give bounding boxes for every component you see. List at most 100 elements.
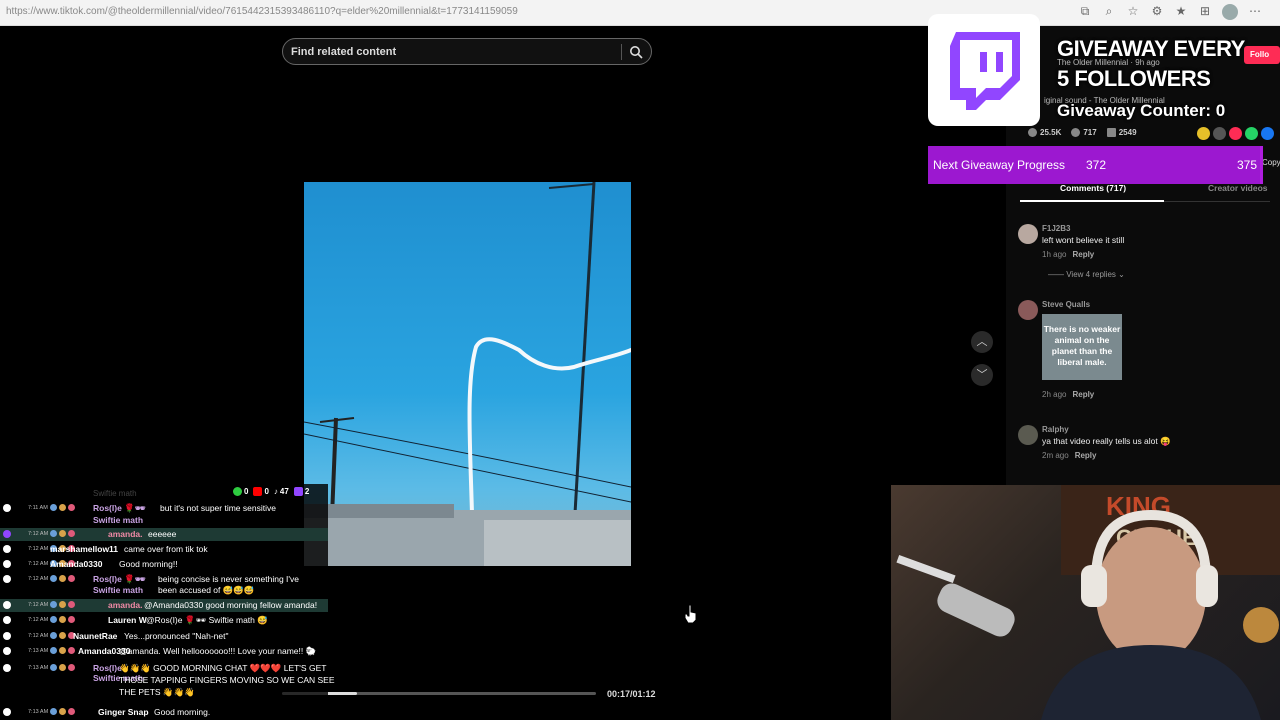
badge-icon (68, 601, 75, 608)
zoom-icon[interactable]: ⌕ (1102, 4, 1116, 18)
platform-icon (3, 530, 11, 538)
giveaway-title: GIVEAWAY EVERY 5 FOLLOWERS (1057, 34, 1245, 94)
twitch-small-icon (293, 487, 303, 496)
badge-icon (59, 616, 66, 623)
user-badges (50, 504, 75, 511)
chat-username[interactable]: marshamellow11 (50, 544, 118, 554)
active-tab-indicator (1020, 200, 1164, 202)
reply-button[interactable]: Reply (1072, 250, 1094, 259)
viewer-count-tiktok: ♪ 47 (273, 487, 289, 496)
platform-icon (3, 616, 11, 624)
badge-icon (59, 504, 66, 511)
badge-icon (50, 616, 57, 623)
profile-icon[interactable] (1222, 4, 1238, 20)
next-giveaway-progress: Next Giveaway Progress 372 375 (928, 146, 1263, 184)
chat-message: 7:12 AM Ros(I)e 🌹🕶 being concise is never … (0, 573, 328, 599)
comment-time: 2m ago (1042, 451, 1069, 460)
avatar[interactable] (1018, 224, 1038, 244)
giveaway-line-1: GIVEAWAY EVERY (1057, 36, 1245, 61)
badge-icon (68, 708, 75, 715)
badge-icon (50, 708, 57, 715)
send-icon[interactable] (1229, 127, 1242, 140)
like-stat[interactable]: 25.5K (1028, 128, 1061, 137)
comment-meta: 2h ago Reply (1042, 390, 1094, 399)
save-stat[interactable]: 2549 (1106, 128, 1137, 137)
tiktok-icon: ♪ (273, 487, 278, 496)
search-input[interactable] (291, 44, 611, 60)
star-icon[interactable]: ☆ (1126, 4, 1140, 18)
extension-icon[interactable]: ⚙ (1150, 4, 1164, 18)
chat-time: 7:12 AM (28, 561, 49, 567)
chat-username[interactable]: Ros(I)e (93, 663, 122, 673)
chat-text: but it's not super time sensitive (160, 503, 276, 513)
badge-icon (50, 530, 57, 537)
whatsapp-icon[interactable] (1245, 127, 1258, 140)
collections-icon[interactable]: ⊞ (1198, 4, 1212, 18)
badge-icon (50, 647, 57, 654)
reply-button[interactable]: Reply (1075, 451, 1097, 460)
platform-icon (3, 664, 11, 672)
giveaway-counter: Giveaway Counter: 0 (1057, 101, 1226, 120)
copy-link-partial[interactable]: Copy l (1262, 158, 1280, 167)
chat-username[interactable]: Amanda0330 (50, 559, 102, 569)
search-icon[interactable] (629, 45, 643, 59)
chat-text: @Ros(I)e 🌹🕶 Swiftie math 😅 (146, 615, 268, 625)
chat-message: 7:12 AM amanda. @Amanda0330 good morning f… (0, 599, 328, 612)
platform-icon (3, 545, 11, 553)
comment-stat[interactable]: 717 (1071, 128, 1097, 137)
badge-icon (50, 575, 57, 582)
chat-text: came over from tik tok (124, 544, 208, 554)
comment-meta: 2m ago Reply (1042, 451, 1096, 460)
bookmark-icon (1106, 128, 1116, 137)
view-replies-button[interactable]: —— View 4 replies ⌄ (1048, 270, 1125, 279)
avatar[interactable] (1018, 425, 1038, 445)
twitch-icon (950, 32, 1020, 110)
follow-button[interactable]: Follo (1244, 46, 1280, 64)
tab-creator-videos[interactable]: Creator videos (1208, 183, 1268, 193)
facebook-icon[interactable] (1261, 127, 1274, 140)
video-player[interactable] (304, 182, 631, 566)
chat-username[interactable]: Ginger Snap (98, 707, 149, 717)
badge-icon (68, 504, 75, 511)
tab-comments[interactable]: Comments (717) (1060, 183, 1126, 193)
webcam-feed: KING OF THE REPAS (891, 485, 1280, 720)
more-icon[interactable]: ⋯ (1248, 4, 1262, 18)
user-badges (50, 708, 75, 715)
search-bar[interactable] (282, 38, 652, 65)
coin-icon[interactable] (1197, 127, 1210, 140)
open-in-new-icon[interactable]: ⧉ (1078, 4, 1092, 18)
comment-text: left wont believe it still (1042, 235, 1125, 245)
favorites-icon[interactable]: ★ (1174, 4, 1188, 18)
chat-text: @amanda. Well hellooooooo!!! Love your n… (119, 646, 317, 656)
video-progress-bar[interactable] (282, 692, 596, 695)
chat-username[interactable]: Ros(I)e 🌹🕶 (93, 574, 146, 585)
badge-icon (59, 664, 66, 671)
chat-username[interactable]: Lauren W (108, 615, 147, 625)
address-bar[interactable]: https://www.tiktok.com/@theoldermillenni… (6, 6, 518, 17)
chat-username[interactable]: amanda. (108, 600, 143, 610)
comment-tabs: Comments (717) Creator videos (1020, 183, 1270, 203)
avatar[interactable] (1018, 300, 1038, 320)
embed-icon[interactable] (1213, 127, 1226, 140)
badge-icon (68, 664, 75, 671)
chat-username[interactable]: NaunetRae (73, 631, 117, 641)
search-divider (621, 44, 622, 60)
previous-video-button[interactable]: ︿ (971, 331, 993, 353)
chat-message: 7:13 AM Ros(I)e 👋👋👋 GOOD MORNING CHAT ❤️❤️… (0, 662, 335, 702)
comment-username[interactable]: F1J2B3 (1042, 224, 1070, 233)
reply-button[interactable]: Reply (1072, 390, 1094, 399)
comment-username[interactable]: Ralphy (1042, 425, 1069, 434)
platform-icon (3, 708, 11, 716)
chat-username[interactable]: Ros(I)e 🌹🕶 (93, 503, 146, 514)
comment-username[interactable]: Steve Qualls (1042, 300, 1090, 309)
comment-meme-image[interactable]: There is no weaker animal on the planet … (1042, 314, 1122, 380)
share-icons (1197, 127, 1274, 140)
chat-time: 7:12 AM (28, 602, 49, 608)
chat-username[interactable]: amanda. (108, 529, 143, 539)
chat-text: Yes...pronounced "Nah-net" (124, 631, 229, 641)
chat-text: eeeeee (148, 529, 177, 539)
chat-message: 7:11 AM Ros(I)e 🌹🕶 but it's not super time… (0, 502, 328, 528)
next-video-button[interactable]: ﹀ (971, 364, 993, 386)
video-timecode: 00:17/01:12 (607, 689, 656, 699)
next-giveaway-current: 372 (1086, 158, 1107, 172)
